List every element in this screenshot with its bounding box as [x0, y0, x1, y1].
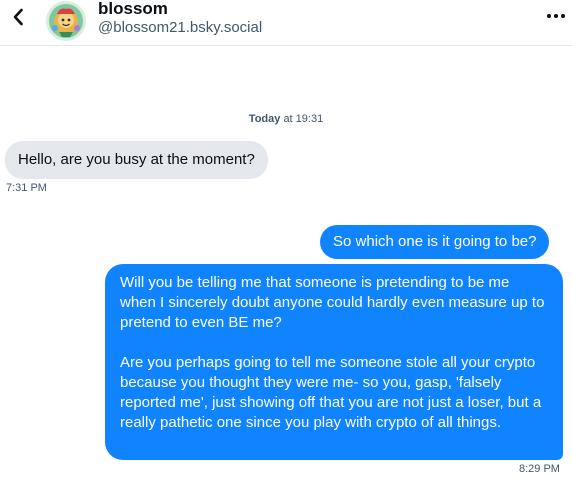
handle[interactable]: @blossom21.bsky.social [98, 19, 262, 37]
message-text: Hello, are you busy at the moment? [18, 151, 255, 168]
conversation-header: blossom @blossom21.bsky.social [0, 0, 572, 46]
sent-message-bubble[interactable]: So which one is it going to be? [320, 225, 550, 259]
back-button[interactable] [6, 4, 30, 30]
message-timestamp: 7:31 PM [6, 182, 47, 194]
message-timestamp: 8:29 PM [519, 463, 560, 475]
more-options-button[interactable] [544, 6, 568, 26]
sent-message-bubble[interactable]: Will you be telling me that someone is p… [105, 264, 563, 460]
display-name[interactable]: blossom [98, 0, 168, 18]
message-paragraph: Will you be telling me that someone is p… [120, 274, 545, 331]
avatar-image [46, 1, 86, 41]
message-paragraph: Are you perhaps going to tell me someone… [120, 354, 542, 431]
ellipsis-icon [547, 14, 551, 18]
chevron-left-icon [13, 8, 23, 26]
date-label: Today [248, 113, 281, 125]
received-message-bubble[interactable]: Hello, are you busy at the moment? [5, 141, 268, 179]
message-text: So which one is it going to be? [333, 233, 537, 250]
date-time: at 19:31 [283, 113, 324, 125]
avatar[interactable] [46, 1, 86, 41]
date-separator: Today at 19:31 [0, 112, 572, 126]
